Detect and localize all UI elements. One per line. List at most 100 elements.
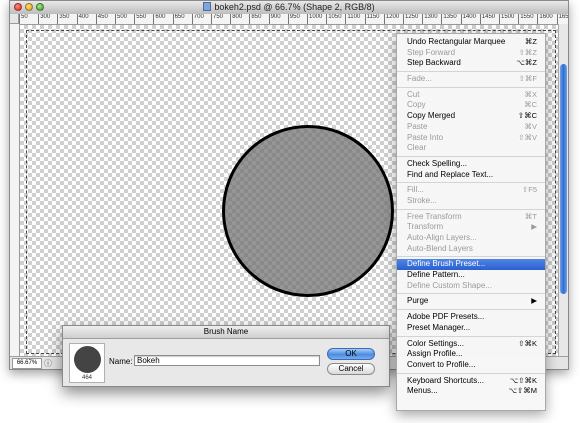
circle-shape[interactable]: [222, 125, 394, 297]
edit-menu: Undo Rectangular Marquee ⌘Z Step Forward ⇧⌘…: [396, 33, 546, 411]
ruler-tick: 1350: [441, 14, 457, 24]
ruler-tick: 600: [153, 14, 165, 24]
menu-item-label: Auto-Align Layers...: [407, 233, 477, 242]
cancel-button[interactable]: Cancel: [327, 363, 375, 375]
ruler-tick: 850: [249, 14, 261, 24]
vertical-ruler[interactable]: [10, 24, 20, 359]
menu-item-shortcut: ⇧⌘Z: [518, 47, 537, 57]
ruler-tick: 300: [38, 14, 50, 24]
brush-size: 464: [81, 375, 92, 381]
ruler-tick: 1400: [460, 14, 476, 24]
menu-item-label: Fill...: [407, 185, 424, 195]
menu-item-label: Color Settings...: [407, 338, 464, 348]
ruler-tick: 1000: [307, 14, 322, 24]
menu-item-label: Undo Rectangular Marquee: [407, 37, 506, 46]
menu-item: Auto-Blend Layers: [397, 244, 545, 255]
menu-item-shortcut: ⌘Z: [524, 37, 537, 46]
zoom-level[interactable]: 66.67%: [12, 358, 42, 369]
menu-item[interactable]: Assign Profile...: [397, 349, 545, 360]
menu-item: Transform ▶: [397, 222, 545, 233]
menu-item-label: Free Transform: [407, 211, 462, 221]
menu-item-label: Keyboard Shortcuts...: [407, 375, 484, 385]
menu-item: Fade... ⇧⌘F: [397, 74, 545, 85]
menu-item-label: Stroke...: [407, 195, 437, 205]
menu-item: Define Custom Shape...: [397, 281, 545, 292]
menu-item-shortcut: ⌘X: [524, 89, 537, 99]
ruler-tick: 450: [95, 14, 108, 24]
menu-item[interactable]: Color Settings... ⇧⌘K: [397, 339, 545, 350]
menu-item[interactable]: Step Backward ⌥⌘Z: [397, 58, 545, 69]
menu-item-label: Fade...: [407, 74, 432, 84]
ruler-tick: 750: [211, 14, 223, 24]
ruler-tick: 350: [57, 14, 69, 24]
name-label: Name:: [109, 357, 133, 366]
ruler-tick: 1200: [383, 14, 399, 24]
menu-item-shortcut: ⌘C: [524, 100, 537, 110]
ruler-tick: 1150: [364, 14, 380, 24]
menu-item[interactable]: Keyboard Shortcuts... ⌥⇧⌘K: [397, 376, 545, 387]
menu-item[interactable]: Convert to Profile...: [397, 360, 545, 371]
ruler-tick: 550: [134, 14, 146, 24]
menu-item[interactable]: Undo Rectangular Marquee ⌘Z: [397, 37, 545, 48]
menu-item-label: Define Custom Shape...: [407, 280, 492, 290]
ruler-tick: 900: [268, 14, 281, 24]
ruler-tick: 500: [115, 14, 127, 24]
menu-separator: [397, 372, 545, 374]
scroll-thumb[interactable]: [560, 64, 567, 294]
menu-item[interactable]: Preset Manager...: [397, 323, 545, 334]
brush-tip-icon: [74, 346, 101, 373]
submenu-arrow-icon: ▶: [531, 296, 537, 306]
menu-item[interactable]: Menus... ⌥⇧⌘M: [397, 386, 545, 397]
ruler-tick: 1250: [403, 14, 418, 24]
menu-item[interactable]: Check Spelling...: [397, 159, 545, 170]
menu-item-shortcut: ⌘V: [524, 121, 537, 131]
info-icon[interactable]: ⓘ: [44, 358, 52, 369]
menu-item-label: Assign Profile...: [407, 349, 463, 359]
menu-item-label: Auto-Blend Layers: [407, 243, 473, 253]
title-bar[interactable]: bokeh2.psd @ 66.7% (Shape 2, RGB/8): [10, 1, 568, 15]
menu-item-shortcut: ⌥⌘Z: [516, 58, 537, 68]
menu-separator: [397, 256, 545, 258]
ruler-tick: 50: [19, 14, 28, 24]
menu-item[interactable]: Find and Replace Text...: [397, 170, 545, 181]
menu-item: Paste Into ⇧⌘V: [397, 133, 545, 144]
menu-item-label: Step Forward: [407, 47, 456, 57]
vertical-scrollbar[interactable]: [558, 24, 568, 359]
menu-item-shortcut: ⇧⌘V: [518, 132, 537, 142]
brush-preview: 464: [69, 343, 105, 383]
menu-item-label: Step Backward: [407, 58, 461, 68]
ruler-tick: 1600: [537, 14, 553, 24]
menu-item-label: Copy Merged: [407, 111, 456, 121]
ruler-tick: 1650: [556, 14, 568, 24]
menu-item[interactable]: Define Pattern...: [397, 270, 545, 281]
ruler-tick: 1300: [422, 14, 438, 24]
menu-item-label: Find and Replace Text...: [407, 169, 494, 179]
menu-item: Auto-Align Layers...: [397, 233, 545, 244]
menu-item-label: Define Brush Preset...: [407, 259, 486, 269]
menu-separator: [397, 182, 545, 184]
menu-item-label: Menus...: [407, 386, 438, 396]
ok-button[interactable]: OK: [327, 348, 375, 360]
ruler-tick: 400: [76, 14, 89, 24]
menu-item: Fill... ⇧F5: [397, 185, 545, 196]
menu-item-shortcut: ⇧⌘C: [517, 111, 537, 121]
document-icon: [203, 2, 212, 11]
menu-item[interactable]: Purge ▶: [397, 296, 545, 307]
menu-item-label: Adobe PDF Presets...: [407, 312, 485, 322]
name-input[interactable]: Bokeh: [134, 355, 320, 366]
menu-item[interactable]: Copy Merged ⇧⌘C: [397, 111, 545, 122]
ruler-tick: 1050: [326, 14, 342, 24]
menu-separator: [397, 155, 545, 157]
menu-item-label: Copy: [407, 100, 426, 110]
menu-separator: [397, 293, 545, 295]
menu-item-shortcut: ⇧⌘F: [518, 74, 537, 84]
menu-separator: [397, 208, 545, 210]
menu-item[interactable]: Define Brush Preset...: [397, 259, 545, 271]
menu-item-shortcut: ⌥⇧⌘M: [508, 386, 537, 396]
menu-item: Free Transform ⌘T: [397, 212, 545, 223]
horizontal-ruler[interactable]: 50 300 350 400 450 500 550 600 650 700 750 800 850 90…: [19, 14, 568, 25]
menu-separator: [397, 71, 545, 73]
menu-item[interactable]: Adobe PDF Presets...: [397, 312, 545, 323]
ruler-origin[interactable]: [10, 14, 19, 24]
ruler-tick: 1550: [518, 14, 534, 24]
